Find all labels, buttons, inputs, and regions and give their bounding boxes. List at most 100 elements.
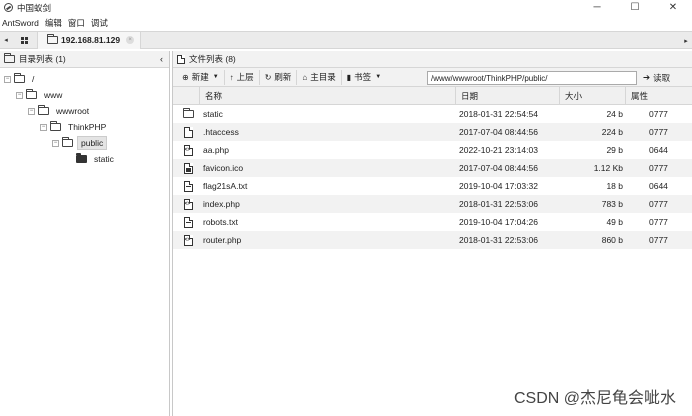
- up-level-button[interactable]: ↑ 上层: [225, 69, 260, 85]
- file-perm: 0777: [649, 235, 668, 245]
- maximize-button[interactable]: ☐: [616, 0, 654, 15]
- tree-node-wwwroot[interactable]: − wwwroot: [28, 104, 92, 118]
- menu-window[interactable]: 窗口: [68, 17, 85, 29]
- tab-home[interactable]: [12, 31, 38, 49]
- window-controls: ─ ☐ ✕: [578, 0, 692, 15]
- code-file-icon: [181, 231, 195, 249]
- file-date: 2018-01-31 22:53:06: [459, 235, 538, 245]
- file-date: 2019-10-04 17:04:26: [459, 217, 538, 227]
- file-toolbar: ⊕ 新建 ▼ ↑ 上层 ↻ 刷新 ⌂ 主目录 ▮ 书签 ▼ ➔ 读取: [173, 68, 692, 87]
- close-button[interactable]: ✕: [654, 0, 692, 15]
- file-panel-header: 文件列表 (8): [173, 51, 692, 68]
- chevron-down-icon: ▼: [375, 74, 382, 80]
- collapse-toggle-icon[interactable]: −: [52, 139, 59, 147]
- tree-node-label: ThinkPHP: [68, 122, 107, 132]
- directory-panel: 目录列表 (1) ‹ − / − www − wwwroot − ThinkPH…: [0, 51, 170, 416]
- up-level-button-label: 上层: [236, 72, 254, 82]
- file-size: 1.12 Kb: [593, 163, 623, 173]
- window-title: 中国蚁剑: [17, 2, 52, 13]
- file-icon: [177, 54, 185, 64]
- antsword-logo-icon: [4, 3, 13, 12]
- table-row[interactable]: flag21sA.txt 2019-10-04 17:03:32 18 b 06…: [173, 177, 692, 195]
- tab-shell-session[interactable]: 192.168.81.129 ×: [38, 31, 142, 49]
- read-button[interactable]: ➔ 读取: [643, 70, 670, 85]
- collapse-toggle-icon[interactable]: −: [28, 107, 35, 115]
- tree-node-label: public: [77, 136, 108, 150]
- minimize-button[interactable]: ─: [578, 0, 616, 15]
- file-date: 2018-01-31 22:53:06: [459, 199, 538, 209]
- menu-edit[interactable]: 编辑: [45, 17, 62, 29]
- path-input[interactable]: [427, 71, 637, 85]
- file-icon: [181, 123, 195, 141]
- file-perm: 0777: [649, 109, 668, 119]
- tree-node-label: wwwroot: [56, 106, 90, 116]
- table-row[interactable]: favicon.ico 2017-07-04 08:44:56 1.12 Kb …: [173, 159, 692, 177]
- menu-debug[interactable]: 调试: [91, 17, 108, 29]
- tree-node-root[interactable]: − /: [4, 72, 37, 86]
- file-name: .htaccess: [203, 127, 239, 137]
- tree-node-static[interactable]: static: [76, 152, 117, 166]
- home-dir-button[interactable]: ⌂ 主目录: [297, 69, 342, 85]
- tree-node-www[interactable]: − www: [16, 88, 65, 102]
- table-row[interactable]: robots.txt 2019-10-04 17:04:26 49 b 0777: [173, 213, 692, 231]
- column-header-perm[interactable]: 属性: [625, 87, 691, 105]
- collapse-toggle-icon[interactable]: −: [4, 75, 11, 83]
- table-row[interactable]: .htaccess 2017-07-04 08:44:56 224 b 0777: [173, 123, 692, 141]
- folder-icon: [38, 105, 49, 115]
- directory-panel-header: 目录列表 (1) ‹: [0, 51, 169, 68]
- folder-icon: [26, 89, 37, 99]
- file-panel-title: 文件列表 (8): [189, 54, 236, 64]
- directory-panel-title: 目录列表 (1): [19, 54, 66, 64]
- table-row[interactable]: aa.php 2022-10-21 23:14:03 29 b 0644: [173, 141, 692, 159]
- file-grid-header: 名称 日期 大小 属性: [173, 87, 692, 105]
- tree-node-label: static: [94, 154, 114, 164]
- folder-icon: [14, 73, 25, 83]
- refresh-icon: ↻: [264, 72, 272, 82]
- folder-icon: [4, 53, 15, 63]
- collapse-toggle-icon[interactable]: −: [40, 123, 47, 131]
- file-size: 860 b: [601, 235, 623, 245]
- title-bar: 中国蚁剑 ─ ☐ ✕: [0, 0, 692, 15]
- file-size: 783 b: [601, 199, 623, 209]
- tree-node-thinkphp[interactable]: − ThinkPHP: [40, 120, 109, 134]
- refresh-button[interactable]: ↻ 刷新: [260, 69, 298, 85]
- bookmark-button[interactable]: ▮ 书签 ▼: [342, 70, 386, 85]
- table-row[interactable]: static 2018-01-31 22:54:54 24 b 0777: [173, 105, 692, 123]
- folder-solid-icon: [76, 153, 87, 163]
- arrow-right-icon: ➔: [643, 72, 651, 82]
- file-size: 49 b: [606, 217, 623, 227]
- grid-icon: [20, 36, 29, 44]
- tab-scroll-right-button[interactable]: ▸: [680, 32, 692, 49]
- collapse-toggle-icon[interactable]: −: [16, 91, 23, 99]
- new-button[interactable]: ⊕ 新建 ▼: [177, 69, 225, 85]
- tab-label: 192.168.81.129: [61, 35, 121, 45]
- tab-scroll-left-button[interactable]: ◂: [0, 32, 12, 49]
- collapse-panel-icon[interactable]: ‹: [160, 54, 163, 64]
- column-header-size[interactable]: 大小: [559, 87, 625, 105]
- home-dir-button-label: 主目录: [310, 72, 336, 82]
- menu-bar: AntSword 编辑 窗口 调试: [0, 15, 692, 30]
- folder-icon: [181, 105, 195, 123]
- home-icon: ⌂: [302, 72, 308, 82]
- file-name: static: [203, 109, 223, 119]
- table-row[interactable]: index.php 2018-01-31 22:53:06 783 b 0777: [173, 195, 692, 213]
- file-date: 2019-10-04 17:03:32: [459, 181, 538, 191]
- tab-close-icon[interactable]: ×: [126, 36, 135, 44]
- file-date: 2018-01-31 22:54:54: [459, 109, 538, 119]
- folder-icon: [50, 121, 61, 131]
- file-name: index.php: [203, 199, 240, 209]
- menu-antsword[interactable]: AntSword: [2, 18, 39, 28]
- folder-icon: [47, 34, 58, 44]
- new-button-label: 新建: [191, 72, 209, 82]
- file-date: 2022-10-21 23:14:03: [459, 145, 538, 155]
- file-size: 24 b: [606, 109, 623, 119]
- file-perm: 0644: [649, 145, 668, 155]
- text-file-icon: [181, 213, 195, 231]
- table-row[interactable]: router.php 2018-01-31 22:53:06 860 b 077…: [173, 231, 692, 249]
- column-header-date[interactable]: 日期: [455, 87, 559, 105]
- tree-node-public[interactable]: − public: [52, 136, 108, 150]
- chevron-down-icon: ▼: [212, 74, 219, 80]
- file-name: router.php: [203, 235, 242, 245]
- column-header-name[interactable]: 名称: [199, 87, 455, 105]
- bookmark-button-label: 书签: [354, 72, 372, 82]
